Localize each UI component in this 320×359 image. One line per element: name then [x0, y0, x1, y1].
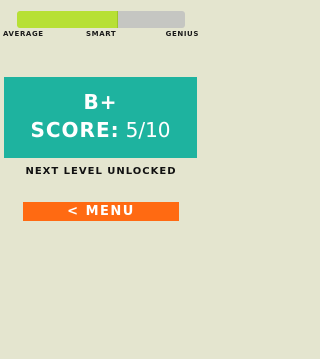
score-line: Score: 5/10 — [4, 118, 197, 142]
progress-bar — [17, 11, 185, 28]
scale-label-smart: Smart — [86, 30, 117, 38]
menu-button[interactable]: < Menu — [23, 202, 179, 221]
level-unlocked-message: Next level unlocked — [25, 166, 177, 177]
grade-text: B+ — [83, 90, 118, 114]
menu-button-label: Menu — [85, 204, 135, 219]
scale-label-average: Average — [3, 30, 44, 38]
result-panel: B+ Score: 5/10 — [4, 77, 197, 158]
scale-label-genius: Genius — [165, 30, 199, 38]
progress-fill — [17, 11, 118, 28]
score-value: 5/10 — [125, 118, 171, 142]
chevron-left-icon: < — [67, 204, 80, 219]
score-label: Score: — [30, 118, 120, 142]
